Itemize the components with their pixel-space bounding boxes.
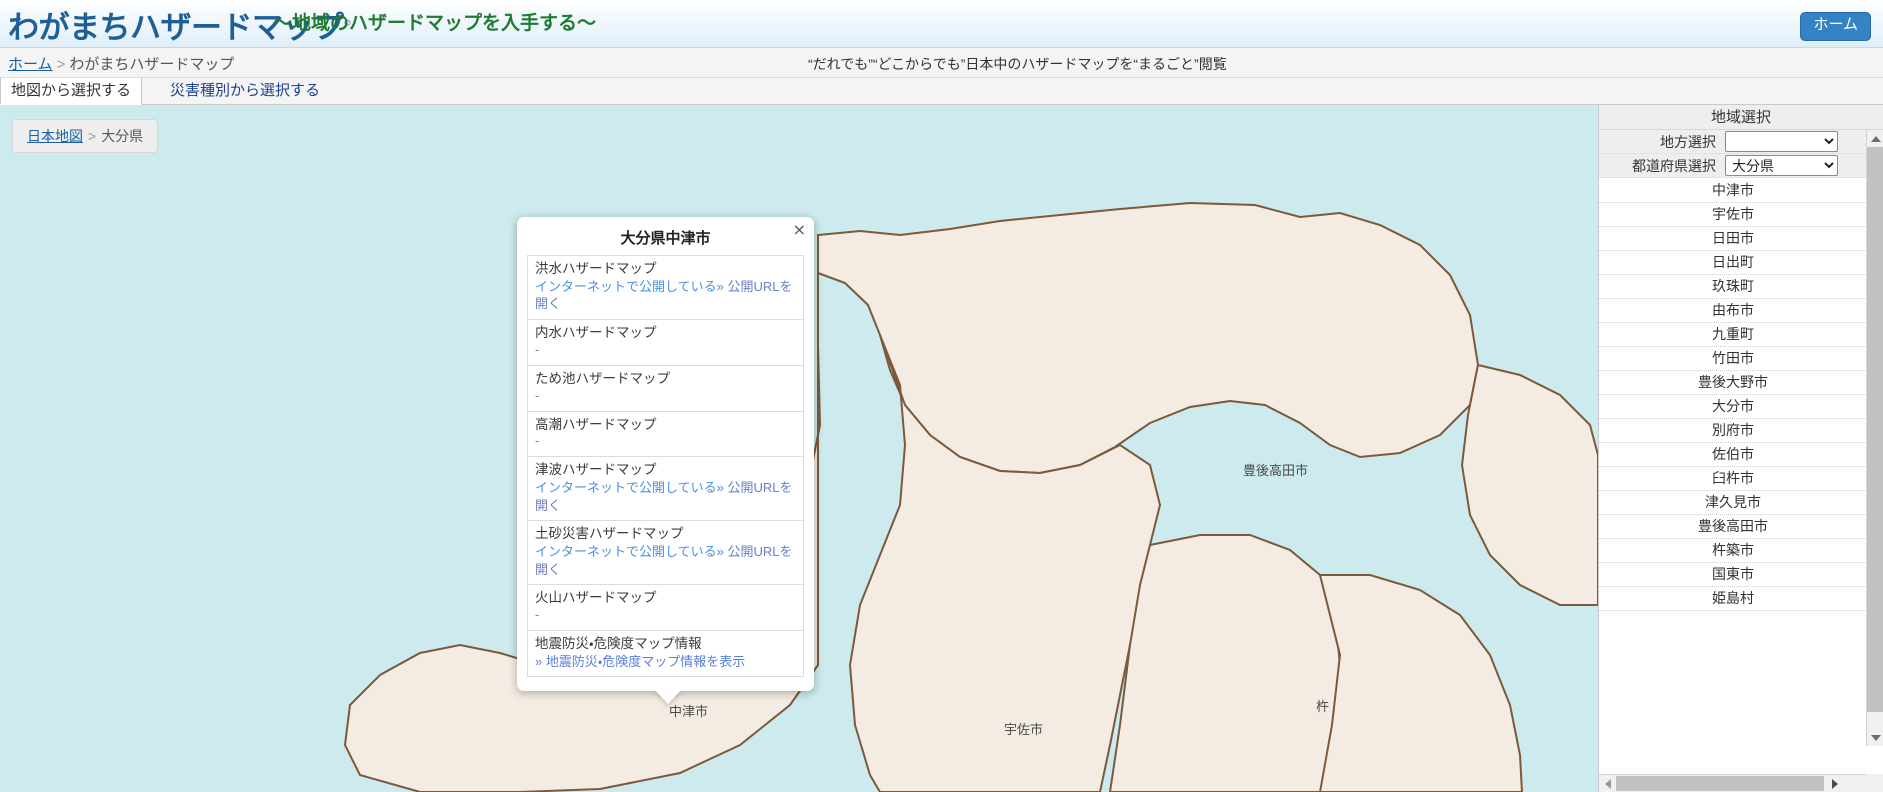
prefecture-select-label: 都道府県選択 xyxy=(1632,157,1716,174)
hazard-type-label: 高潮ハザードマップ xyxy=(535,416,657,432)
city-list-item[interactable]: 大分市 xyxy=(1599,395,1867,419)
city-list-item[interactable]: 中津市 xyxy=(1599,179,1867,203)
hazard-type-label: 津波ハザードマップ xyxy=(535,462,657,478)
list-item: 内水ハザードマップ - xyxy=(528,320,803,366)
region-selection-panel: 地域選択 地方選択 都道府県選択 大分県 中津市 宇佐市 日田市 日出町 玖珠町 由布市九… xyxy=(1598,105,1883,792)
list-item: 火山ハザードマップ - xyxy=(528,585,803,631)
city-list-item[interactable]: 津久見市 xyxy=(1599,491,1867,515)
hazard-type-label: 土砂災害ハザードマップ xyxy=(535,526,684,542)
link-prefix-text: インターネットで公開している» xyxy=(535,544,724,560)
hazard-map-list: 洪水ハザードマップ インターネットで公開している» 公開URLを開く 内水ハザー… xyxy=(527,255,804,678)
hazard-type-label: 地震防災・危険度マップ情報 xyxy=(535,635,702,651)
region-select[interactable] xyxy=(1725,131,1838,152)
hazard-type-label: 内水ハザードマップ xyxy=(535,324,657,340)
region-select-row: 地方選択 xyxy=(1599,130,1883,154)
horizontal-scrollbar[interactable] xyxy=(1599,774,1867,792)
vertical-scrollbar-thumb[interactable] xyxy=(1867,147,1883,712)
city-list-item[interactable]: 杵築市 xyxy=(1599,539,1867,563)
link-prefix-text: インターネットで公開している» xyxy=(535,480,724,496)
close-icon[interactable]: × xyxy=(793,222,806,238)
map-breadcrumb-japan-link[interactable]: 日本地図 xyxy=(27,128,83,144)
hazard-map-popup: × 大分県中津市 洪水ハザードマップ インターネットで公開している» 公開URL… xyxy=(517,217,814,705)
public-url-link[interactable]: インターネットで公開している» 公開URLを開く xyxy=(535,278,796,313)
city-list-item[interactable]: 玖珠町 xyxy=(1599,275,1867,299)
list-item: 高潮ハザードマップ - xyxy=(528,412,803,458)
city-list-item[interactable]: 日田市 xyxy=(1599,227,1867,251)
breadcrumb-current: わがまちハザードマップ xyxy=(69,56,235,73)
scroll-down-arrow-icon[interactable] xyxy=(1867,729,1883,746)
prefecture-select[interactable]: 大分県 xyxy=(1725,155,1838,176)
city-list-item[interactable]: 姫島村 xyxy=(1599,587,1867,611)
scroll-left-arrow-icon[interactable] xyxy=(1599,775,1616,792)
breadcrumb: ホーム > わがまちハザードマップ xyxy=(8,53,234,74)
vertical-scrollbar[interactable] xyxy=(1866,130,1883,746)
city-list-item[interactable]: 竹田市 xyxy=(1599,347,1867,371)
map-breadcrumb-separator: > xyxy=(88,128,97,144)
hazard-empty-value: - xyxy=(535,387,540,403)
hazard-empty-value: - xyxy=(535,341,540,357)
hazard-type-label: 洪水ハザードマップ xyxy=(535,261,657,276)
public-url-link[interactable]: インターネットで公開している» 公開URLを開く xyxy=(535,479,796,514)
region-select-label: 地方選択 xyxy=(1660,133,1716,150)
map-label-bungotakada: 豊後高田市 xyxy=(1243,463,1309,478)
city-list-item[interactable]: 九重町 xyxy=(1599,323,1867,347)
sidebar-title: 地域選択 xyxy=(1599,105,1883,130)
city-list-item[interactable]: 宇佐市 xyxy=(1599,203,1867,227)
scrollbar-corner xyxy=(1866,774,1883,792)
tab-select-from-map[interactable]: 地図から選択する xyxy=(0,78,143,105)
popup-title: 大分県中津市 xyxy=(620,230,711,247)
page-root: わがまちハザードマップ○ ～地域のハザードマップを入手する～ ホーム ホーム > わ… xyxy=(0,0,1883,792)
breadcrumb-band: ホーム > わがまちハザードマップ “だれでも”“どこからでも”日本中のハザードマッ… xyxy=(0,48,1883,78)
city-list-item[interactable]: 豊後大野市 xyxy=(1599,371,1867,395)
hazard-type-label: ため池ハザードマップ xyxy=(535,370,670,386)
earthquake-map-link[interactable]: » 地震防災・危険度マップ情報を表示 xyxy=(535,653,796,671)
tagline-text: “だれでも”“どこからでも”日本中のハザードマップを“まるごと”閲覧 xyxy=(808,56,1227,72)
prefecture-select-row: 都道府県選択 大分県 xyxy=(1599,154,1883,178)
breadcrumb-separator: > xyxy=(56,56,66,73)
map-label-usa: 宇佐市 xyxy=(1004,722,1044,737)
tab-bar: 地図から選択する 災害種別から選択する xyxy=(0,78,1883,105)
map-breadcrumb: 日本地図 > 大分県 xyxy=(12,119,159,153)
map-canvas[interactable]: 日本地図 > 大分県 豊後高田市 中津市 宇佐市 杵 × 大分県中津市 洪水ハザード… xyxy=(0,105,1598,792)
breadcrumb-home-link[interactable]: ホーム xyxy=(8,56,53,73)
city-list-item[interactable]: 佐伯市 xyxy=(1599,443,1867,467)
scroll-right-arrow-icon[interactable] xyxy=(1826,775,1843,792)
city-list-item[interactable]: 臼杵市 xyxy=(1599,467,1867,491)
tab-select-from-disaster-type[interactable]: 災害種別から選択する xyxy=(160,78,330,105)
home-button[interactable]: ホーム xyxy=(1800,12,1871,41)
list-item: 地震防災・危険度マップ情報 » 地震防災・危険度マップ情報を表示 xyxy=(528,631,803,678)
hazard-empty-value: - xyxy=(535,433,540,449)
horizontal-scrollbar-thumb[interactable] xyxy=(1616,776,1824,791)
hazard-empty-value: - xyxy=(535,607,540,623)
city-list-item[interactable]: 日出町 xyxy=(1599,251,1867,275)
city-list[interactable]: 中津市 宇佐市 日田市 日出町 玖珠町 由布市 九重町 竹田市 豊後大野市 大分市 別府市 佐伯市 臼杵… xyxy=(1599,179,1867,746)
public-url-link[interactable]: インターネットで公開している» 公開URLを開く xyxy=(535,543,796,578)
map-breadcrumb-current: 大分県 xyxy=(101,128,144,144)
app-header: わがまちハザードマップ○ ～地域のハザードマップを入手する～ ホーム xyxy=(0,0,1883,48)
popup-pointer xyxy=(655,690,681,705)
list-item: 土砂災害ハザードマップ インターネットで公開している» 公開URLを開く xyxy=(528,521,803,586)
city-list-item[interactable]: 国東市 xyxy=(1599,563,1867,587)
hazard-type-label: 火山ハザードマップ xyxy=(535,590,657,606)
list-item: ため池ハザードマップ - xyxy=(528,366,803,412)
page-subtitle: ～地域のハザードマップを入手する～ xyxy=(273,13,597,34)
city-list-item[interactable]: 由布市 xyxy=(1599,299,1867,323)
city-list-item[interactable]: 豊後高田市 xyxy=(1599,515,1867,539)
scroll-up-arrow-icon[interactable] xyxy=(1867,130,1883,147)
list-item: 津波ハザードマップ インターネットで公開している» 公開URLを開く xyxy=(528,457,803,522)
list-item: 洪水ハザードマップ インターネットで公開している» 公開URLを開く xyxy=(528,256,803,320)
link-prefix-text: インターネットで公開している» xyxy=(535,278,724,294)
city-list-item[interactable]: 別府市 xyxy=(1599,419,1867,443)
map-label-kitsuki: 杵 xyxy=(1316,699,1330,714)
